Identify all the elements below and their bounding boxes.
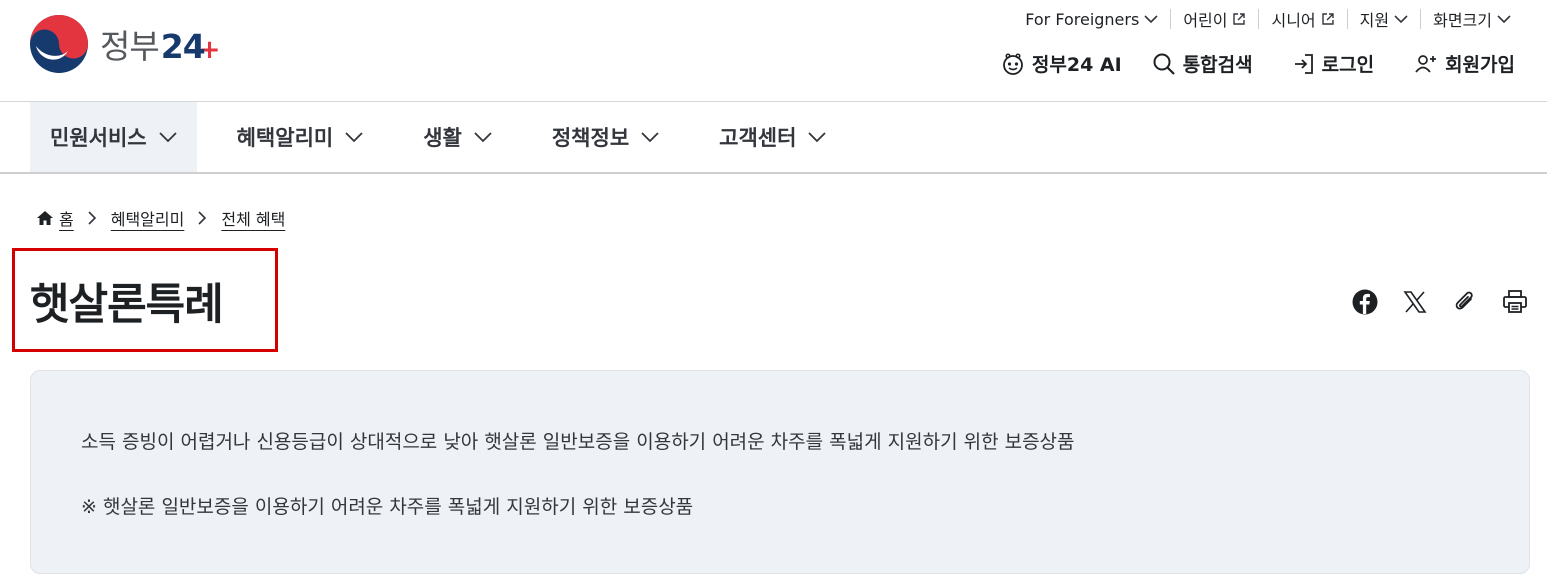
- clip-icon: [1455, 291, 1473, 310]
- summary-description: 소득 증빙이 어렵거나 신용등급이 상대적으로 낮아 햇살론 일반보증을 이용하…: [81, 431, 1075, 453]
- print-button[interactable]: [1501, 288, 1529, 316]
- ai-label: 정부24 AI: [1031, 54, 1122, 76]
- menu-customer-center[interactable]: 고객센터: [699, 102, 846, 172]
- login-label: 로그인: [1321, 54, 1375, 76]
- chevron-right-icon: [198, 211, 207, 225]
- x-share-button[interactable]: [1401, 288, 1429, 316]
- util-label: 시니어: [1271, 11, 1316, 30]
- chevron-down-icon: [808, 131, 827, 142]
- menu-policy-info[interactable]: 정책정보: [532, 102, 679, 172]
- benefit-summary-box: 소득 증빙이 어렵거나 신용등급이 상대적으로 낮아 햇살론 일반보증을 이용하…: [30, 370, 1530, 574]
- chevron-down-icon: [474, 131, 492, 142]
- breadcrumb-home[interactable]: 홈: [59, 206, 74, 230]
- breadcrumb: 홈 혜택알리미 전체 혜택: [36, 206, 285, 230]
- search-label: 통합검색: [1182, 54, 1253, 76]
- share-tools: [1329, 288, 1529, 316]
- util-link-senior[interactable]: 시니어: [1258, 9, 1346, 30]
- chevron-down-icon: [158, 131, 177, 142]
- utility-links: For Foreigners 어린이 시니어 지원 화면크기: [1025, 6, 1523, 32]
- util-label: 화면크기: [1433, 11, 1492, 30]
- util-link-screen-size[interactable]: 화면크기: [1420, 9, 1523, 30]
- menu-label: 생활: [423, 126, 462, 150]
- summary-note: ※ 햇살론 일반보증을 이용하기 어려운 차주를 폭넓게 지원하기 위한 보증상…: [81, 496, 694, 518]
- menu-label: 고객센터: [719, 126, 797, 150]
- menu-label: 정책정보: [551, 126, 630, 150]
- facebook-icon: [1352, 289, 1378, 315]
- main-menu: 민원서비스 혜택알리미 생활 정책정보 고객센터: [0, 102, 1547, 174]
- breadcrumb-benefit-alert[interactable]: 혜택알리미: [111, 206, 185, 230]
- menu-life[interactable]: 생활: [403, 102, 512, 172]
- logo-text: 정부 24 +: [100, 20, 220, 68]
- chevron-down-icon: [641, 131, 659, 142]
- chevron-down-icon: [1394, 15, 1408, 24]
- chevron-down-icon: [345, 131, 363, 142]
- add-user-icon: [1415, 54, 1437, 73]
- logo-word: 정부: [100, 27, 160, 66]
- ai-robot-icon: [1003, 52, 1023, 75]
- home-icon: [37, 211, 53, 225]
- chevron-right-icon: [88, 211, 97, 225]
- x-icon: [1403, 291, 1427, 313]
- menu-benefit-alert[interactable]: 혜택알리미: [217, 102, 384, 172]
- chevron-down-icon: [1144, 15, 1158, 24]
- chevron-down-icon: [1497, 15, 1511, 24]
- breadcrumb-all-benefits[interactable]: 전체 혜택: [221, 206, 285, 230]
- taegeuk-emblem-icon: [30, 15, 88, 73]
- login-button[interactable]: 로그인: [1293, 50, 1374, 77]
- login-icon: [1294, 53, 1313, 74]
- search-icon: [1153, 53, 1175, 75]
- site-header: 정부 24 + For Foreigners 어린이 시니어 지원 화면크기 정…: [0, 0, 1547, 102]
- print-icon: [1503, 290, 1527, 313]
- external-link-icon: [1233, 13, 1246, 25]
- menu-civil-service[interactable]: 민원서비스: [30, 102, 197, 172]
- menu-label: 혜택알리미: [236, 126, 334, 150]
- facebook-share-button[interactable]: [1351, 288, 1379, 316]
- global-actions: 정부24 AI 통합검색 로그인 회원가입: [1001, 50, 1515, 77]
- util-link-support[interactable]: 지원: [1346, 9, 1420, 30]
- ai-button[interactable]: 정부24 AI: [1001, 50, 1122, 77]
- menu-label: 민원서비스: [50, 126, 147, 150]
- search-button[interactable]: 통합검색: [1152, 50, 1253, 77]
- signup-label: 회원가입: [1445, 54, 1515, 76]
- signup-button[interactable]: 회원가입: [1414, 50, 1515, 77]
- page-title: 햇살론특례: [30, 280, 224, 330]
- util-link-children[interactable]: 어린이: [1170, 9, 1258, 30]
- external-link-icon: [1321, 13, 1334, 25]
- util-label: For Foreigners: [1025, 9, 1140, 29]
- gov24-logo[interactable]: 정부 24 +: [30, 15, 220, 73]
- copy-link-button[interactable]: [1451, 288, 1479, 316]
- util-label: 어린이: [1183, 11, 1228, 30]
- util-label: 지원: [1359, 11, 1390, 30]
- util-link-foreigners[interactable]: For Foreigners: [1025, 9, 1170, 29]
- logo-number: 24: [160, 27, 206, 66]
